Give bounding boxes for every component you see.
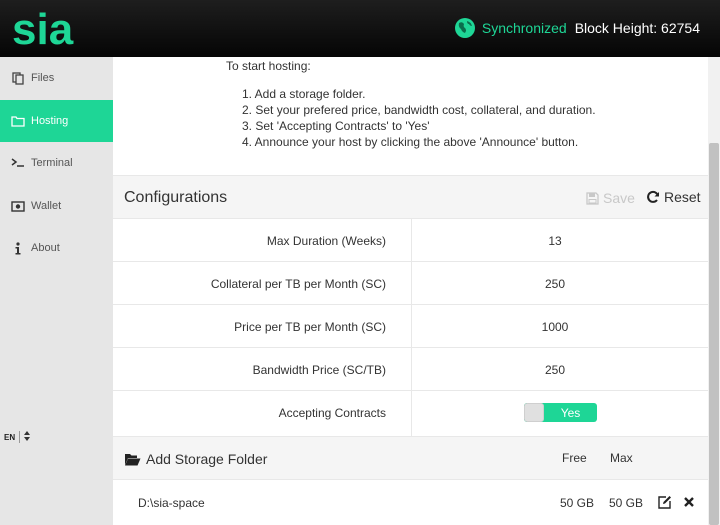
globe-icon: [454, 18, 475, 38]
close-icon[interactable]: [683, 496, 695, 508]
svg-text:sia: sia: [12, 6, 74, 48]
storage-header: Add Storage Folder Free Max: [113, 437, 713, 480]
folder-path: D:\sia-space: [138, 496, 205, 510]
wallet-icon: [11, 199, 25, 213]
config-label: Max Duration (Weeks): [266, 234, 386, 248]
sidebar-item-label: Terminal: [31, 157, 73, 169]
add-storage-folder-label: Add Storage Folder: [146, 451, 268, 467]
storage-folder-row: D:\sia-space 50 GB 50 GB: [113, 480, 713, 525]
reset-button[interactable]: Reset: [646, 189, 701, 205]
accepting-contracts-toggle[interactable]: Yes: [524, 403, 597, 422]
sidebar-item-label: Files: [31, 72, 55, 84]
scrollbar-thumb[interactable]: [709, 143, 719, 525]
instruction-step: 3. Set 'Accepting Contracts' to 'Yes': [242, 119, 430, 133]
configurations-header: Configurations Save Reset: [113, 175, 713, 219]
language-selector[interactable]: EN: [4, 431, 31, 443]
config-row-max-duration: Max Duration (Weeks) 13: [113, 219, 713, 262]
edit-icon[interactable]: [658, 495, 672, 509]
sidebar-item-wallet[interactable]: Wallet: [0, 185, 113, 227]
sync-status-text: Synchronized: [481, 20, 567, 36]
files-icon: [11, 71, 25, 85]
folder-max: 50 GB: [609, 496, 644, 510]
terminal-icon: [11, 156, 25, 170]
save-label: Save: [603, 190, 635, 206]
main-scrollbar[interactable]: [708, 57, 720, 525]
folder-free: 50 GB: [560, 496, 595, 510]
config-row-bandwidth: Bandwidth Price (SC/TB) 250: [113, 348, 713, 391]
config-row-price: Price per TB per Month (SC) 1000: [113, 305, 713, 348]
sidebar-item-files[interactable]: Files: [0, 57, 113, 99]
sidebar-item-label: Hosting: [31, 115, 69, 127]
instruction-step: 4. Announce your host by clicking the ab…: [242, 135, 579, 149]
floppy-icon: [586, 191, 599, 205]
sidebar-item-hosting[interactable]: Hosting: [0, 100, 113, 142]
instructions-title: To start hosting:: [226, 59, 311, 73]
toggle-label: Yes: [560, 406, 581, 420]
config-value-price[interactable]: 1000: [412, 320, 698, 334]
sidebar-item-label: About: [31, 242, 60, 254]
language-label: EN: [4, 432, 16, 442]
hosting-main: To start hosting: 1. Add a storage folde…: [113, 57, 713, 525]
config-value-max-duration[interactable]: 13: [412, 234, 698, 248]
sidebar: Files Hosting Terminal Wallet About EN: [0, 57, 113, 525]
config-label: Bandwidth Price (SC/TB): [252, 363, 386, 377]
column-header-max: Max: [610, 451, 633, 465]
config-value-bandwidth[interactable]: 250: [412, 363, 698, 377]
config-label: Accepting Contracts: [278, 406, 386, 420]
config-label: Collateral per TB per Month (SC): [210, 277, 386, 291]
refresh-icon: [647, 190, 659, 203]
config-label: Price per TB per Month (SC): [234, 320, 386, 334]
folder-open-icon: [125, 453, 141, 465]
sync-status: Synchronized Block Height: 62754: [454, 17, 700, 39]
sidebar-item-terminal[interactable]: Terminal: [0, 142, 113, 184]
folder-icon: [11, 114, 25, 128]
instruction-step: 2. Set your prefered price, bandwidth co…: [242, 103, 596, 117]
reset-label: Reset: [664, 189, 701, 205]
block-height: Block Height: 62754: [574, 20, 700, 36]
config-row-accepting-contracts: Accepting Contracts Yes: [113, 391, 713, 437]
info-icon: [11, 241, 25, 255]
instructions-steps: 1. Add a storage folder. 2. Set your pre…: [242, 86, 596, 150]
sia-logo: sia: [10, 5, 76, 54]
config-value-collateral[interactable]: 250: [412, 277, 698, 291]
config-row-collateral: Collateral per TB per Month (SC) 250: [113, 262, 713, 305]
toggle-knob[interactable]: [524, 403, 544, 422]
instruction-step: 1. Add a storage folder.: [242, 87, 366, 101]
sidebar-item-label: Wallet: [31, 200, 62, 212]
configurations-title: Configurations: [124, 189, 228, 206]
app-header: sia Synchronized Block Height: 62754: [0, 0, 720, 57]
save-button[interactable]: Save: [586, 190, 635, 206]
column-header-free: Free: [562, 451, 587, 465]
add-storage-folder-button[interactable]: Add Storage Folder: [124, 451, 267, 467]
sidebar-item-about[interactable]: About: [0, 227, 113, 269]
updown-arrows-icon: [24, 431, 31, 443]
